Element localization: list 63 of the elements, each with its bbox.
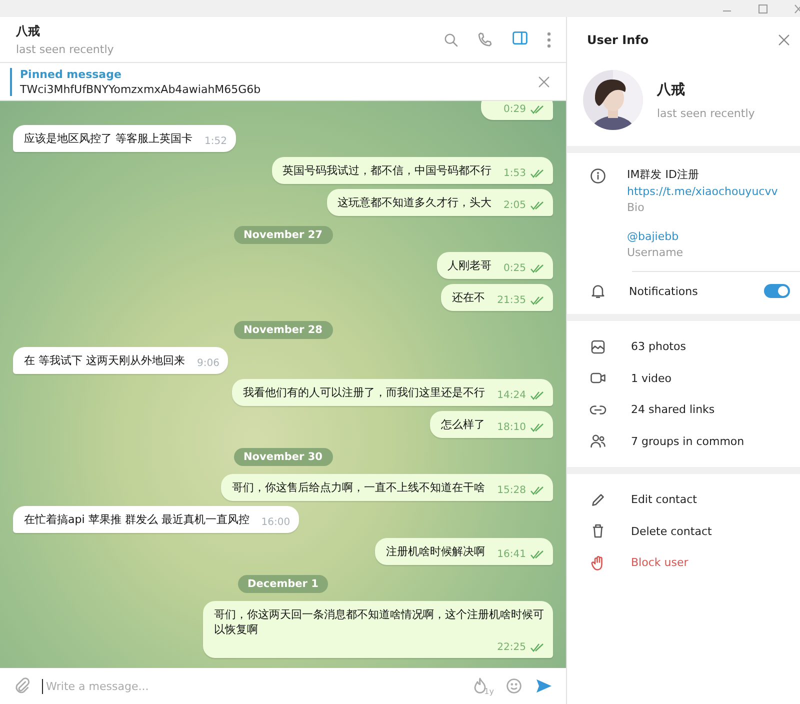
message-time: 16:41 <box>497 548 526 562</box>
username-label: Username <box>627 246 684 259</box>
date-chip: November 27 <box>234 226 332 244</box>
chat-title: 八戒 <box>16 23 41 40</box>
people-icon[interactable] <box>589 432 607 450</box>
message-text: 在 等我试下 这两天刚从外地回来 <box>24 353 185 368</box>
maximize-icon[interactable] <box>758 4 768 14</box>
bell-icon[interactable] <box>589 282 607 300</box>
bio-link[interactable]: https://t.me/xiaochouyucvv <box>627 185 792 198</box>
bio-text: IM群发 ID注册 <box>627 167 700 182</box>
pinned-text[interactable]: TWci3MhfUfBNYYomzxmxAb4awiahM65G6b <box>20 82 536 96</box>
info-icon[interactable] <box>589 167 607 185</box>
message-text: 哥们，你这售后给点力啊，一直不上线不知道在干啥 <box>232 480 486 495</box>
message-text: 我看他们有的人可以注册了，而我们这里还是不行 <box>243 385 486 400</box>
info-row[interactable]: Block user <box>567 547 800 578</box>
message-time: 14:24 <box>497 389 526 403</box>
info-row[interactable]: 1 video <box>567 362 800 394</box>
date-chip: November 28 <box>234 321 332 339</box>
chat-status: last seen recently <box>16 43 115 56</box>
message-time: 9:06 <box>197 357 220 371</box>
contact-status: last seen recently <box>657 106 755 120</box>
message-text: 在忙着搞api 苹果推 群发么 最近真机一直风控 <box>24 512 250 527</box>
notifications-label: Notifications <box>629 284 699 298</box>
message-time: 0:25 <box>504 262 526 276</box>
message-time: 16:00 <box>261 516 290 530</box>
message-time: 1:53 <box>504 167 526 181</box>
message-time: 2:05 <box>504 199 526 213</box>
message-text: 注册机啥时候解决啊 <box>386 544 486 559</box>
panel-title: User Info <box>587 32 649 46</box>
pinned-label: Pinned message <box>20 68 122 80</box>
info-row[interactable]: 24 shared links <box>567 394 800 426</box>
emoji-icon[interactable] <box>504 676 524 696</box>
message-text: 应该是地区风控了 等客服上英国卡 <box>24 131 192 146</box>
image-icon[interactable] <box>589 338 607 356</box>
phone-icon[interactable] <box>476 30 494 48</box>
message-input[interactable]: Write a message... <box>42 678 460 694</box>
message-text: 还在不 <box>452 290 486 305</box>
notifications-toggle[interactable] <box>764 284 790 298</box>
close-icon[interactable] <box>536 74 552 90</box>
close-icon[interactable] <box>776 32 792 48</box>
contact-name: 八戒 <box>657 80 686 98</box>
message-time: 15:28 <box>497 484 526 498</box>
message-time: 22:25 <box>497 641 526 655</box>
bio-label: Bio <box>627 201 646 214</box>
message-text: 怎么样了 <box>441 417 486 432</box>
message-text: 这玩意都不知道多久才行，头大 <box>338 195 492 210</box>
close-icon[interactable] <box>794 4 800 14</box>
message-time: 21:35 <box>497 294 526 308</box>
info-row[interactable]: Delete contact <box>567 516 800 547</box>
info-row[interactable]: 7 groups in common <box>567 426 800 457</box>
message-time: 1:52 <box>204 135 227 149</box>
date-chip: December 1 <box>238 575 328 593</box>
message-text: 哥们，你这两天回一条消息都不知道啥情况啊，这个注册机啥时候可以恢复啊 <box>214 607 544 637</box>
message-text: 英国号码我试过，都不信，中国号码都不行 <box>282 163 492 178</box>
info-row[interactable]: Edit contact <box>567 484 800 516</box>
message-time: 0:29 <box>504 103 526 117</box>
timer-label: 1y <box>484 687 494 696</box>
message-text: 人刚老哥 <box>448 258 492 273</box>
date-chip: November 30 <box>234 448 332 466</box>
more-icon[interactable] <box>546 30 552 48</box>
message-time: 18:10 <box>497 421 526 435</box>
username-link[interactable]: @bajiebb <box>627 230 792 243</box>
info-row[interactable]: 63 photos <box>567 331 800 362</box>
